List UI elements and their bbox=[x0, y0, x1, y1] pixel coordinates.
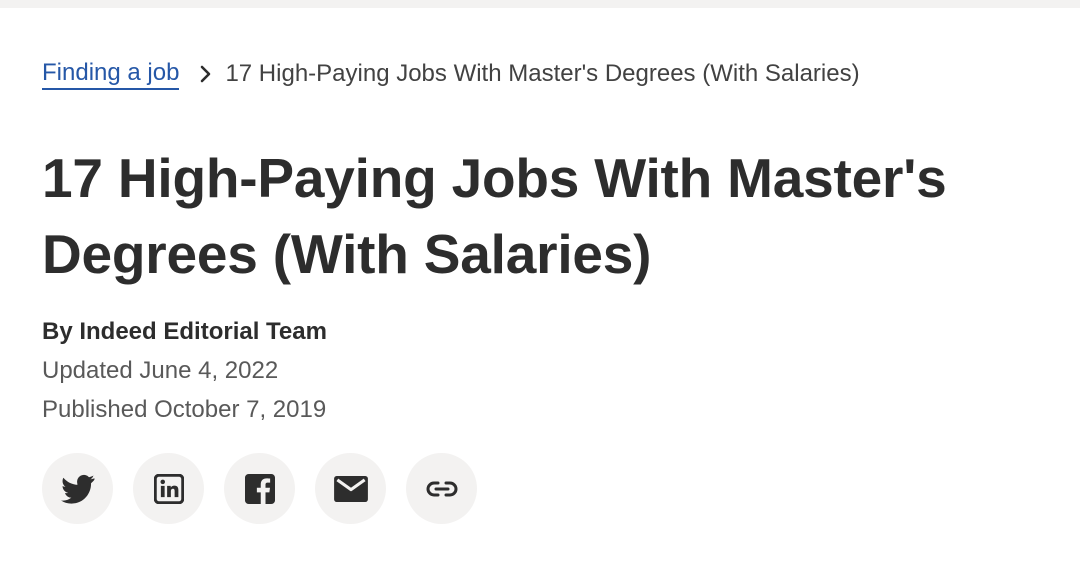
share-facebook-button[interactable] bbox=[224, 453, 295, 524]
top-bar bbox=[0, 0, 1080, 8]
share-buttons bbox=[42, 453, 497, 524]
chevron-right-icon bbox=[195, 63, 217, 85]
email-icon bbox=[333, 475, 368, 502]
link-icon bbox=[426, 481, 457, 496]
breadcrumb: Finding a job 17 High-Paying Jobs With M… bbox=[42, 57, 860, 91]
share-link-button[interactable] bbox=[406, 453, 477, 524]
facebook-icon bbox=[244, 473, 275, 504]
published-date: Published October 7, 2019 bbox=[42, 396, 327, 423]
share-email-button[interactable] bbox=[315, 453, 386, 524]
page-title: 17 High-Paying Jobs With Master's Degree… bbox=[42, 147, 947, 285]
twitter-icon bbox=[60, 474, 94, 504]
linkedin-icon bbox=[153, 473, 184, 504]
breadcrumb-link-finding-a-job[interactable]: Finding a job bbox=[42, 58, 180, 90]
share-twitter-button[interactable] bbox=[42, 453, 113, 524]
article-author: By Indeed Editorial Team bbox=[42, 318, 327, 345]
share-linkedin-button[interactable] bbox=[133, 453, 204, 524]
updated-date: Updated June 4, 2022 bbox=[42, 357, 279, 384]
breadcrumb-current-page: 17 High-Paying Jobs With Master's Degree… bbox=[225, 60, 860, 87]
